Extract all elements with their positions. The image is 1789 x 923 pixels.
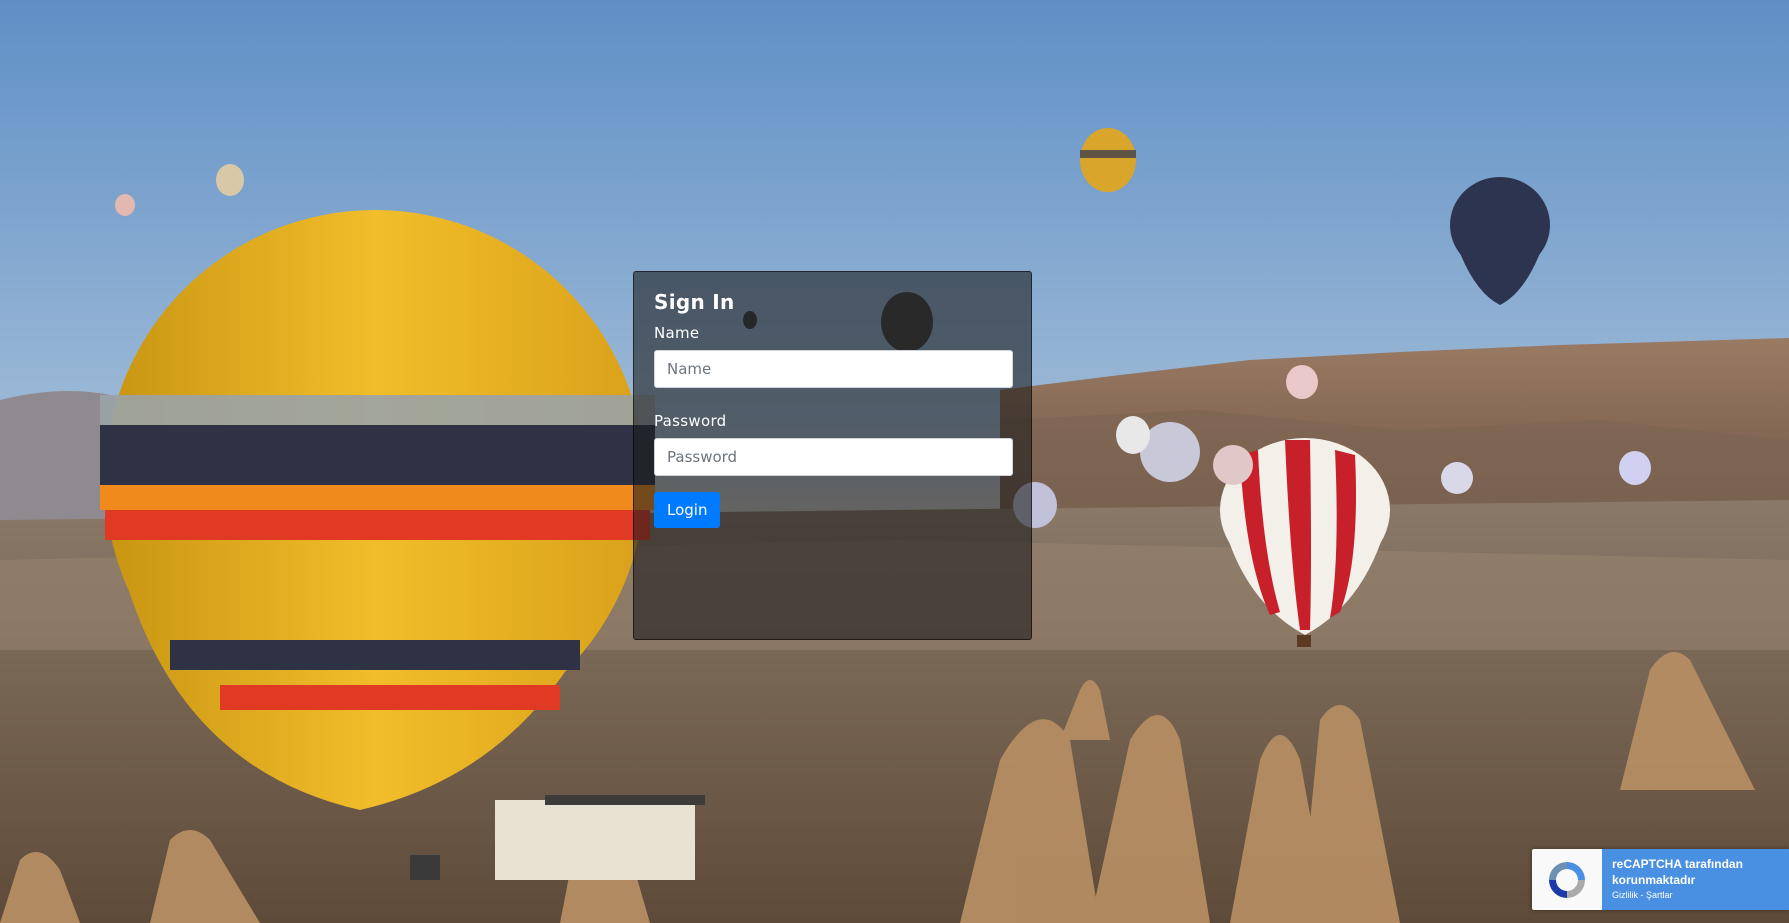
password-label: Password	[654, 412, 727, 430]
recaptcha-line-1: reCAPTCHA tarafından	[1612, 857, 1743, 871]
recaptcha-badge[interactable]: reCAPTCHA tarafından korunmaktadır Gizli…	[1532, 849, 1789, 910]
terms-link[interactable]: Şartlar	[1646, 890, 1673, 900]
recaptcha-line-2: korunmaktadır	[1612, 873, 1696, 887]
recaptcha-text: reCAPTCHA tarafından korunmaktadır Gizli…	[1602, 849, 1789, 910]
login-button[interactable]: Login	[654, 492, 721, 528]
page-title: Sign In	[654, 290, 735, 314]
recaptcha-links: Gizlilik - Şartlar	[1612, 890, 1779, 900]
password-input[interactable]	[654, 438, 1013, 476]
link-separator: -	[1638, 890, 1646, 900]
privacy-link[interactable]: Gizlilik	[1612, 890, 1638, 900]
name-input[interactable]	[654, 350, 1013, 388]
recaptcha-logo-icon	[1532, 849, 1602, 910]
name-label: Name	[654, 324, 700, 342]
login-form: Sign In Name Password Login	[633, 271, 1032, 640]
